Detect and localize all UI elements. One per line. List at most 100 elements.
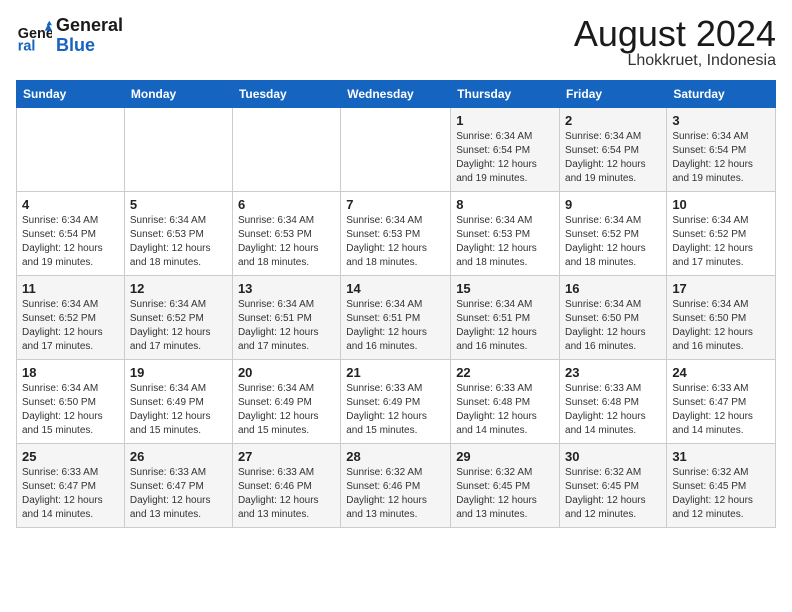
calendar-cell [124, 108, 232, 192]
calendar-week-row: 18 Sunrise: 6:34 AM Sunset: 6:50 PM Dayli… [17, 360, 776, 444]
day-number: 19 [130, 365, 227, 380]
day-number: 18 [22, 365, 119, 380]
day-info: Sunrise: 6:34 AM Sunset: 6:50 PM Dayligh… [22, 382, 119, 438]
day-info: Sunrise: 6:32 AM Sunset: 6:45 PM Dayligh… [565, 466, 661, 522]
calendar-cell: 17 Sunrise: 6:34 AM Sunset: 6:50 PM Dayli… [667, 276, 776, 360]
day-info: Sunrise: 6:33 AM Sunset: 6:46 PM Dayligh… [238, 466, 335, 522]
logo-text-general: General [56, 15, 123, 35]
day-number: 13 [238, 281, 335, 296]
day-info: Sunrise: 6:33 AM Sunset: 6:47 PM Dayligh… [130, 466, 227, 522]
calendar-cell: 21Sunrise: 6:33 AM Sunset: 6:49 PM Dayli… [341, 360, 451, 444]
calendar-cell: 18 Sunrise: 6:34 AM Sunset: 6:50 PM Dayli… [17, 360, 125, 444]
logo: Gene ral General Blue [16, 16, 123, 56]
day-info: Sunrise: 6:34 AM Sunset: 6:53 PM Dayligh… [346, 214, 445, 270]
day-number: 25 [22, 449, 119, 464]
day-info: Sunrise: 6:32 AM Sunset: 6:45 PM Dayligh… [456, 466, 554, 522]
weekday-header-row: SundayMondayTuesdayWednesdayThursdayFrid… [17, 81, 776, 108]
day-number: 22 [456, 365, 554, 380]
calendar-cell: 6 Sunrise: 6:34 AM Sunset: 6:53 PM Daylig… [232, 192, 340, 276]
day-number: 29 [456, 449, 554, 464]
day-info: Sunrise: 6:34 AM Sunset: 6:50 PM Dayligh… [565, 298, 661, 354]
day-info: Sunrise: 6:32 AM Sunset: 6:45 PM Dayligh… [672, 466, 770, 522]
day-info: Sunrise: 6:34 AM Sunset: 6:54 PM Dayligh… [672, 130, 770, 186]
calendar-cell: 20 Sunrise: 6:34 AM Sunset: 6:49 PM Dayli… [232, 360, 340, 444]
day-info: Sunrise: 6:34 AM Sunset: 6:50 PM Dayligh… [672, 298, 770, 354]
svg-text:ral: ral [18, 38, 36, 54]
calendar-week-row: 1 Sunrise: 6:34 AM Sunset: 6:54 PM Daylig… [17, 108, 776, 192]
calendar-cell [232, 108, 340, 192]
day-number: 4 [22, 197, 119, 212]
day-number: 27 [238, 449, 335, 464]
day-number: 14 [346, 281, 445, 296]
calendar-table: SundayMondayTuesdayWednesdayThursdayFrid… [16, 80, 776, 528]
day-info: Sunrise: 6:34 AM Sunset: 6:53 PM Dayligh… [130, 214, 227, 270]
day-number: 6 [238, 197, 335, 212]
calendar-title-block: August 2024 Lhokkruet, Indonesia [574, 16, 776, 70]
calendar-cell: 2 Sunrise: 6:34 AM Sunset: 6:54 PM Daylig… [560, 108, 667, 192]
day-number: 30 [565, 449, 661, 464]
day-number: 11 [22, 281, 119, 296]
calendar-cell: 1Sunrise: 6:34 AM Sunset: 6:54 PM Daylig… [451, 108, 560, 192]
weekday-header-sunday: Sunday [17, 81, 125, 108]
calendar-cell: 29 Sunrise: 6:32 AM Sunset: 6:45 PM Dayli… [451, 444, 560, 528]
day-number: 5 [130, 197, 227, 212]
day-number: 8 [456, 197, 554, 212]
day-info: Sunrise: 6:34 AM Sunset: 6:51 PM Dayligh… [238, 298, 335, 354]
calendar-cell: 14 Sunrise: 6:34 AM Sunset: 6:51 PM Dayli… [341, 276, 451, 360]
day-number: 16 [565, 281, 661, 296]
weekday-header-wednesday: Wednesday [341, 81, 451, 108]
day-number: 31 [672, 449, 770, 464]
day-info: Sunrise: 6:34 AM Sunset: 6:51 PM Dayligh… [346, 298, 445, 354]
calendar-location: Lhokkruet, Indonesia [574, 52, 776, 70]
calendar-week-row: 25 Sunrise: 6:33 AM Sunset: 6:47 PM Dayli… [17, 444, 776, 528]
day-number: 15 [456, 281, 554, 296]
calendar-cell: 12Sunrise: 6:34 AM Sunset: 6:52 PM Dayli… [124, 276, 232, 360]
day-number: 17 [672, 281, 770, 296]
calendar-cell: 26 Sunrise: 6:33 AM Sunset: 6:47 PM Dayli… [124, 444, 232, 528]
day-info: Sunrise: 6:33 AM Sunset: 6:48 PM Dayligh… [456, 382, 554, 438]
calendar-cell: 28Sunrise: 6:32 AM Sunset: 6:46 PM Dayli… [341, 444, 451, 528]
day-number: 2 [565, 113, 661, 128]
calendar-cell: 15Sunrise: 6:34 AM Sunset: 6:51 PM Dayli… [451, 276, 560, 360]
calendar-cell: 7 Sunrise: 6:34 AM Sunset: 6:53 PM Daylig… [341, 192, 451, 276]
logo-icon: Gene ral [16, 18, 52, 54]
weekday-header-saturday: Saturday [667, 81, 776, 108]
weekday-header-friday: Friday [560, 81, 667, 108]
day-number: 26 [130, 449, 227, 464]
calendar-cell: 11Sunrise: 6:34 AM Sunset: 6:52 PM Dayli… [17, 276, 125, 360]
calendar-month-year: August 2024 [574, 16, 776, 52]
weekday-header-thursday: Thursday [451, 81, 560, 108]
day-info: Sunrise: 6:34 AM Sunset: 6:52 PM Dayligh… [672, 214, 770, 270]
logo-text-blue: Blue [56, 35, 95, 55]
day-number: 3 [672, 113, 770, 128]
day-number: 20 [238, 365, 335, 380]
calendar-cell: 9Sunrise: 6:34 AM Sunset: 6:52 PM Daylig… [560, 192, 667, 276]
calendar-cell: 25Sunrise: 6:33 AM Sunset: 6:47 PM Dayli… [17, 444, 125, 528]
calendar-cell: 8 Sunrise: 6:34 AM Sunset: 6:53 PM Daylig… [451, 192, 560, 276]
weekday-header-monday: Monday [124, 81, 232, 108]
day-info: Sunrise: 6:34 AM Sunset: 6:49 PM Dayligh… [238, 382, 335, 438]
day-info: Sunrise: 6:34 AM Sunset: 6:54 PM Dayligh… [565, 130, 661, 186]
day-number: 23 [565, 365, 661, 380]
calendar-cell: 27 Sunrise: 6:33 AM Sunset: 6:46 PM Dayli… [232, 444, 340, 528]
day-number: 7 [346, 197, 445, 212]
calendar-cell: 13 Sunrise: 6:34 AM Sunset: 6:51 PM Dayli… [232, 276, 340, 360]
day-number: 21 [346, 365, 445, 380]
day-info: Sunrise: 6:33 AM Sunset: 6:48 PM Dayligh… [565, 382, 661, 438]
day-number: 28 [346, 449, 445, 464]
calendar-cell: 4 Sunrise: 6:34 AM Sunset: 6:54 PM Daylig… [17, 192, 125, 276]
calendar-cell: 5 Sunrise: 6:34 AM Sunset: 6:53 PM Daylig… [124, 192, 232, 276]
day-info: Sunrise: 6:33 AM Sunset: 6:47 PM Dayligh… [672, 382, 770, 438]
calendar-cell [341, 108, 451, 192]
calendar-cell: 31 Sunrise: 6:32 AM Sunset: 6:45 PM Dayli… [667, 444, 776, 528]
day-info: Sunrise: 6:34 AM Sunset: 6:53 PM Dayligh… [456, 214, 554, 270]
calendar-cell: 30 Sunrise: 6:32 AM Sunset: 6:45 PM Dayli… [560, 444, 667, 528]
calendar-cell: 3 Sunrise: 6:34 AM Sunset: 6:54 PM Daylig… [667, 108, 776, 192]
calendar-week-row: 11Sunrise: 6:34 AM Sunset: 6:52 PM Dayli… [17, 276, 776, 360]
day-info: Sunrise: 6:34 AM Sunset: 6:53 PM Dayligh… [238, 214, 335, 270]
calendar-week-row: 4 Sunrise: 6:34 AM Sunset: 6:54 PM Daylig… [17, 192, 776, 276]
day-number: 1 [456, 113, 554, 128]
day-number: 9 [565, 197, 661, 212]
weekday-header-tuesday: Tuesday [232, 81, 340, 108]
day-info: Sunrise: 6:34 AM Sunset: 6:54 PM Dayligh… [22, 214, 119, 270]
